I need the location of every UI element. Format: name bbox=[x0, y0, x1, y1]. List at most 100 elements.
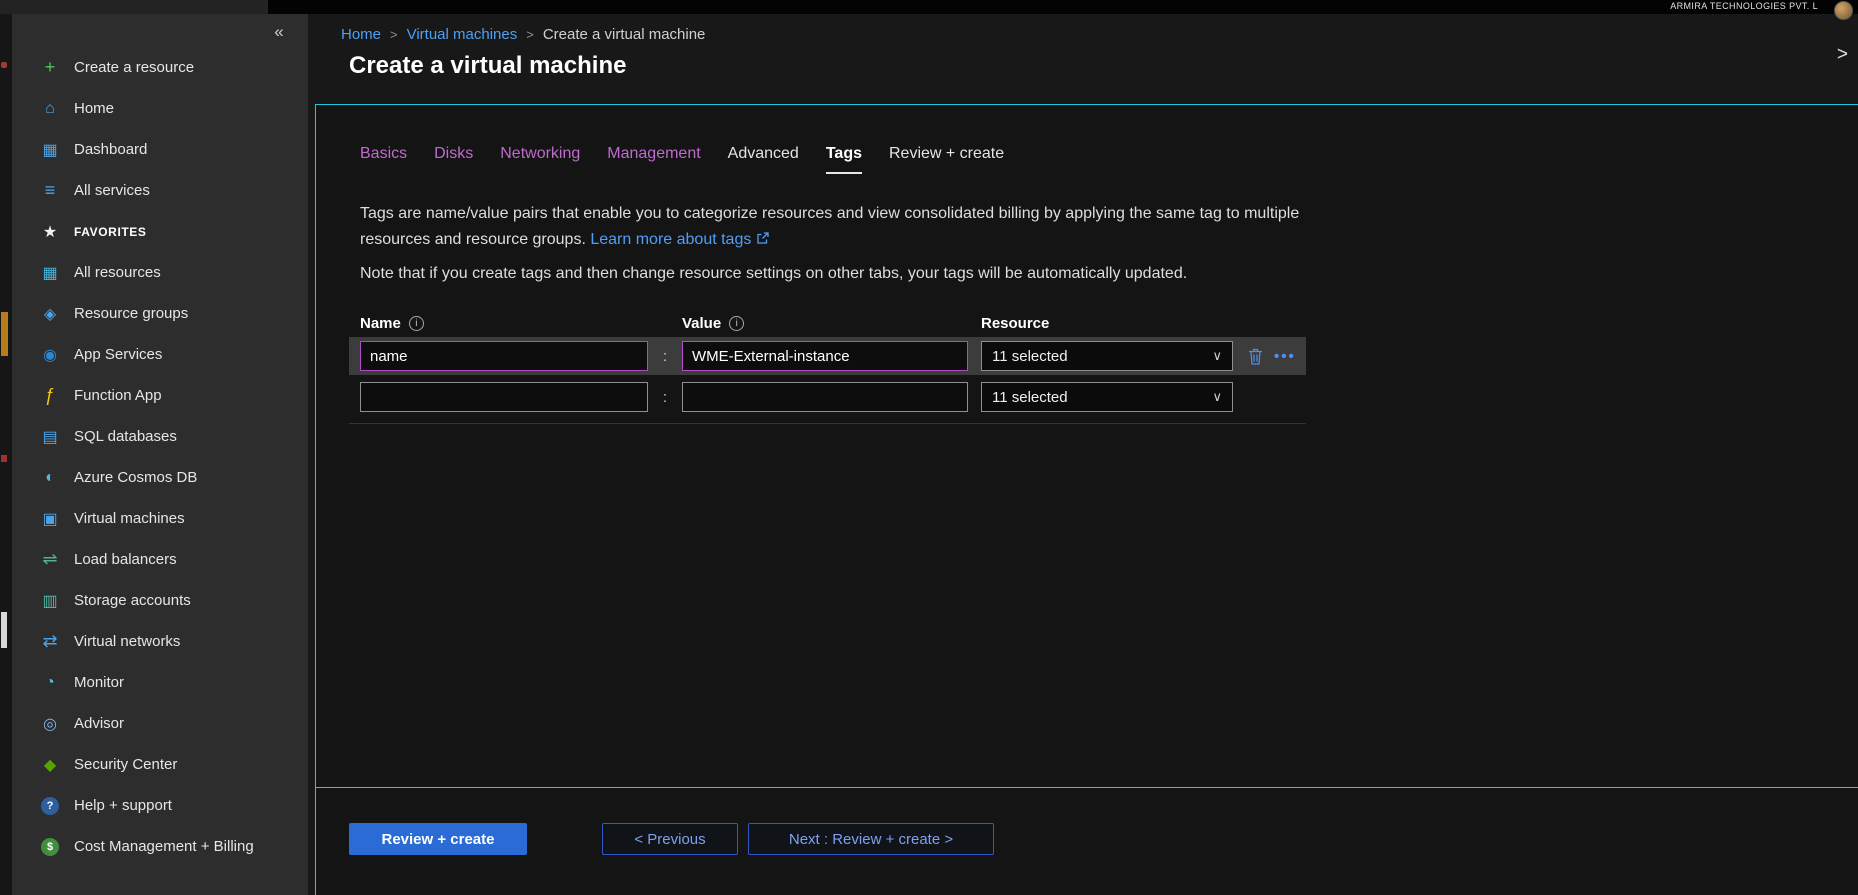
sidebar-item-resource-groups[interactable]: ◈ Resource groups bbox=[12, 293, 308, 334]
dashboard-icon: ▦ bbox=[38, 140, 62, 160]
sidebar-item-all-resources[interactable]: ▦All resources bbox=[12, 252, 308, 293]
sidebar-item-storage-accounts[interactable]: ▥Storage accounts bbox=[12, 580, 308, 621]
sidebar-item-label: Azure Cosmos DB bbox=[74, 469, 197, 486]
chevron-down-icon: ∨ bbox=[1212, 389, 1222, 405]
sidebar-item-label: Security Center bbox=[74, 756, 177, 773]
load-balancers-icon: ⇌ bbox=[38, 549, 62, 570]
tags-note: Note that if you create tags and then ch… bbox=[360, 265, 1460, 283]
edge-artifact bbox=[1, 612, 7, 648]
tags-description: Tags are name/value pairs that enable yo… bbox=[360, 201, 1300, 253]
review-create-button[interactable]: Review + create bbox=[349, 823, 527, 855]
sidebar-item-label: Resource groups bbox=[74, 305, 188, 322]
sidebar-item-help-support[interactable]: ? Help + support bbox=[12, 785, 308, 826]
app-services-icon: ◉ bbox=[38, 345, 62, 365]
breadcrumb-virtual-machines[interactable]: Virtual machines bbox=[407, 26, 518, 43]
sidebar-item-label: SQL databases bbox=[74, 428, 177, 445]
learn-more-link[interactable]: Learn more about tags bbox=[590, 231, 751, 248]
sidebar-item-virtual-machines[interactable]: ▣Virtual machines bbox=[12, 498, 308, 539]
tab-advanced[interactable]: Advanced bbox=[728, 145, 799, 174]
delete-tag-icon[interactable] bbox=[1248, 348, 1263, 365]
azure-portal-window: ARMIRA TECHNOLOGIES PVT. L « +Create a r… bbox=[0, 0, 1858, 895]
name-value-separator: : bbox=[648, 348, 682, 365]
info-icon[interactable]: i bbox=[729, 316, 744, 331]
column-header-label: Value bbox=[682, 315, 721, 332]
virtual-machines-icon: ▣ bbox=[38, 509, 62, 529]
tags-table-header: NameiValueiResource bbox=[349, 309, 1306, 337]
column-header-name: Namei bbox=[360, 315, 682, 332]
resource-select[interactable]: 11 selected∨ bbox=[981, 341, 1233, 371]
sidebar-item-azure-cosmos-db[interactable]: ◐ Azure Cosmos DB bbox=[12, 457, 308, 498]
sidebar-item-sql-databases[interactable]: ▤ SQL databases bbox=[12, 416, 308, 457]
account-avatar[interactable] bbox=[1834, 1, 1853, 20]
sidebar-item-security-center[interactable]: ◆Security Center bbox=[12, 744, 308, 785]
sidebar-item-dashboard[interactable]: ▦Dashboard bbox=[12, 129, 308, 170]
sidebar-item-app-services[interactable]: ◉App Services bbox=[12, 334, 308, 375]
previous-button[interactable]: < Previous bbox=[602, 823, 738, 855]
sidebar-collapse-button[interactable]: « bbox=[266, 20, 292, 44]
sidebar-item-home[interactable]: ⌂Home bbox=[12, 88, 308, 129]
tab-networking[interactable]: Networking bbox=[500, 145, 580, 174]
monitor-icon: ◔ bbox=[38, 674, 62, 692]
sidebar-item-label: Load balancers bbox=[74, 551, 177, 568]
sidebar-item-label: Advisor bbox=[74, 715, 124, 732]
breadcrumb-separator: > bbox=[390, 27, 398, 42]
edge-artifact bbox=[1, 62, 7, 68]
sidebar-item-label: Home bbox=[74, 100, 114, 117]
chevron-down-icon: ∨ bbox=[1212, 348, 1222, 364]
breadcrumb-separator: > bbox=[526, 27, 534, 42]
info-icon[interactable]: i bbox=[409, 316, 424, 331]
advisor-icon: ◎ bbox=[38, 714, 62, 734]
help-support-icon: ? bbox=[41, 797, 59, 815]
function-app-icon: ƒ bbox=[38, 385, 62, 406]
tag-name-input[interactable] bbox=[360, 382, 648, 412]
sidebar-item-all-services[interactable]: ≡All services bbox=[12, 170, 308, 211]
sidebar-item-function-app[interactable]: ƒFunction App bbox=[12, 375, 308, 416]
page-title: Create a virtual machine bbox=[349, 52, 626, 80]
tab-tags[interactable]: Tags bbox=[826, 145, 862, 174]
edge-artifact bbox=[1, 312, 8, 356]
tags-table: NameiValueiResource :11 selected∨•••:11 … bbox=[349, 309, 1306, 424]
external-link-icon bbox=[756, 232, 769, 245]
tab-content-pane: Basics Disks Networking Management Advanced T… bbox=[315, 104, 1858, 895]
panel-expand-icon[interactable]: > bbox=[1837, 44, 1848, 66]
resource-select[interactable]: 11 selected∨ bbox=[981, 382, 1233, 412]
resource-groups-icon: ◈ bbox=[38, 304, 62, 324]
cosmos-db-icon: ◐ bbox=[38, 469, 62, 487]
plus-icon: + bbox=[38, 57, 62, 78]
sidebar-item-virtual-networks[interactable]: ⇄Virtual networks bbox=[12, 621, 308, 662]
tab-basics[interactable]: Basics bbox=[360, 145, 407, 174]
top-bar-left-segment bbox=[0, 0, 268, 14]
sidebar-item-load-balancers[interactable]: ⇌ Load balancers bbox=[12, 539, 308, 580]
more-options-icon[interactable]: ••• bbox=[1274, 348, 1296, 365]
screen-edge bbox=[0, 0, 12, 895]
sidebar-item-cost-management-billing[interactable]: $Cost Management + Billing bbox=[12, 826, 308, 867]
sidebar: « +Create a resource⌂Home▦Dashboard≡All … bbox=[12, 14, 308, 895]
tag-row: : 11 selected∨ bbox=[349, 378, 1306, 416]
storage-accounts-icon: ▥ bbox=[38, 591, 62, 611]
sidebar-item-advisor[interactable]: ◎ Advisor bbox=[12, 703, 308, 744]
sidebar-item-label: All resources bbox=[74, 264, 161, 281]
tag-name-input[interactable] bbox=[360, 341, 648, 371]
tag-value-input[interactable] bbox=[682, 341, 968, 371]
column-header-resource: Resource bbox=[981, 315, 1306, 332]
name-value-separator: : bbox=[648, 389, 682, 406]
sidebar-item-label: Help + support bbox=[74, 797, 172, 814]
tags-table-body: : 11 selected∨ •••: 11 selected∨ bbox=[349, 337, 1306, 424]
column-header-value: Valuei bbox=[682, 315, 981, 332]
sidebar-item-monitor[interactable]: ◔Monitor bbox=[12, 662, 308, 703]
tab-review-create[interactable]: Review + create bbox=[889, 145, 1004, 174]
sidebar-item-label: Cost Management + Billing bbox=[74, 838, 254, 855]
tag-value-input[interactable] bbox=[682, 382, 968, 412]
tenant-name: ARMIRA TECHNOLOGIES PVT. L bbox=[1670, 1, 1818, 11]
next-button[interactable]: Next : Review + create > bbox=[748, 823, 994, 855]
sql-databases-icon: ▤ bbox=[38, 427, 62, 447]
breadcrumb-home[interactable]: Home bbox=[341, 26, 381, 43]
sidebar-item-create-a-resource[interactable]: +Create a resource bbox=[12, 47, 308, 88]
sidebar-item-label: All services bbox=[74, 182, 150, 199]
sidebar-menu: +Create a resource⌂Home▦Dashboard≡All se… bbox=[12, 47, 308, 867]
tab-management[interactable]: Management bbox=[607, 145, 700, 174]
description-text: Tags are name/value pairs that enable yo… bbox=[360, 205, 1299, 248]
breadcrumb: Home > Virtual machines > Create a virtual m… bbox=[341, 22, 705, 46]
breadcrumb-create-a-virtual-machine: Create a virtual machine bbox=[543, 26, 706, 43]
tab-disks[interactable]: Disks bbox=[434, 145, 473, 174]
